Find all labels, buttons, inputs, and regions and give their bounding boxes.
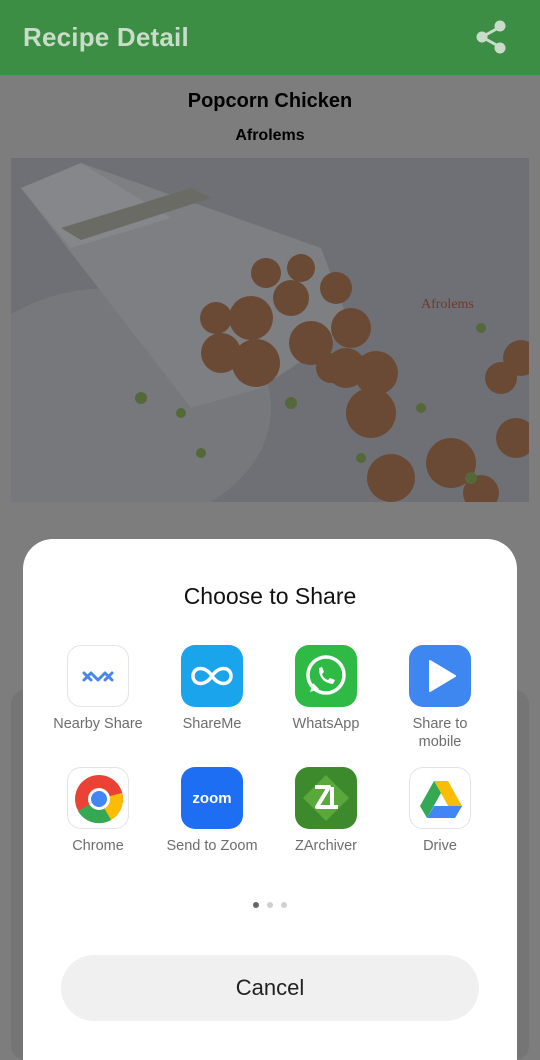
cancel-button[interactable]: Cancel xyxy=(61,955,479,1021)
share-button[interactable] xyxy=(470,15,514,59)
share-target-share-to-mobile[interactable]: Share to mobile xyxy=(390,645,490,751)
share-target-chrome[interactable]: Chrome xyxy=(48,767,148,855)
share-target-label: Share to mobile xyxy=(412,716,468,750)
share-target-zarchiver[interactable]: ZArchiver xyxy=(276,767,376,855)
app-bar: Recipe Detail xyxy=(0,0,540,75)
chrome-icon xyxy=(67,767,129,829)
recipe-author: Afrolems xyxy=(235,127,305,144)
share-target-label: ShareMe xyxy=(182,716,242,732)
share-target-label: Nearby Share xyxy=(53,716,143,732)
share-target-whatsapp[interactable]: WhatsApp xyxy=(276,645,376,733)
share-sheet-title: Choose to Share xyxy=(183,583,357,609)
shareme-icon xyxy=(181,645,243,707)
zarchiver-icon xyxy=(295,767,357,829)
page-dot xyxy=(281,902,287,908)
share-target-zoom[interactable]: zoom Send to Zoom xyxy=(162,767,262,855)
recipe-image: Afrolems xyxy=(11,158,529,502)
whatsapp-icon xyxy=(295,645,357,707)
share-icon xyxy=(476,20,506,54)
app-bar-title: Recipe Detail xyxy=(23,22,189,52)
share-target-label: Drive xyxy=(423,838,457,854)
google-drive-icon xyxy=(409,767,471,829)
share-to-mobile-icon xyxy=(409,645,471,707)
zoom-icon: zoom xyxy=(181,767,243,829)
share-target-shareme[interactable]: ShareMe xyxy=(162,645,262,733)
share-target-label: ZArchiver xyxy=(294,838,358,854)
nearby-share-icon xyxy=(67,645,129,707)
page-dot-active xyxy=(253,902,259,908)
share-target-label: WhatsApp xyxy=(292,716,360,732)
image-watermark: Afrolems xyxy=(421,297,474,312)
share-target-label: Send to Zoom xyxy=(166,838,258,854)
svg-text:zoom: zoom xyxy=(192,790,231,807)
share-sheet: Choose to Share Nearby Share ShareMe Wha… xyxy=(23,539,517,1060)
share-target-drive[interactable]: Drive xyxy=(390,767,490,855)
page-indicator xyxy=(23,895,517,913)
recipe-title: Popcorn Chicken xyxy=(187,90,353,112)
share-target-label: Chrome xyxy=(72,838,124,854)
page-dot xyxy=(267,902,273,908)
share-target-nearby-share[interactable]: Nearby Share xyxy=(48,645,148,733)
